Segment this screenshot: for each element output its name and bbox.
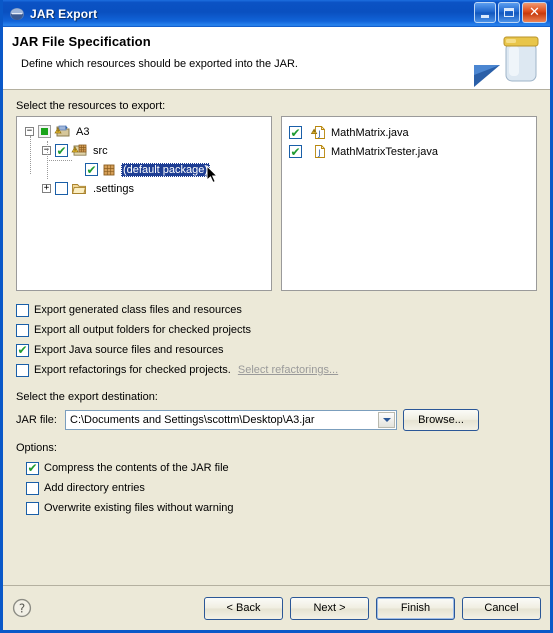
check-icon: ✔ — [290, 144, 301, 159]
source-folder-warning-icon — [71, 143, 87, 158]
tree-row[interactable]: − A3 — [17, 122, 271, 141]
chevron-down-icon[interactable] — [378, 412, 395, 428]
package-icon — [101, 162, 117, 177]
jar-file-row: JAR file: C:\Documents and Settings\scot… — [16, 409, 537, 431]
tree-guide-line — [47, 160, 72, 161]
minimize-button[interactable] — [474, 2, 496, 23]
export-option-label: Export all output folders for checked pr… — [34, 324, 252, 336]
project-warning-icon — [54, 124, 70, 139]
file-list: ✔ J MathMatrix.java ✔ J MathMatrixTester… — [282, 117, 536, 161]
list-item[interactable]: ✔ J MathMatrixTester.java — [289, 142, 536, 161]
checkbox-checked[interactable]: ✔ — [289, 145, 302, 158]
check-icon: ✔ — [86, 162, 97, 177]
checkbox-checked[interactable]: ✔ — [16, 343, 29, 357]
export-option-row[interactable]: Export all output folders for checked pr… — [16, 320, 537, 340]
checkbox-unchecked[interactable] — [55, 182, 68, 195]
next-button[interactable]: Next > — [290, 596, 369, 620]
checkbox-checked[interactable]: ✔ — [55, 144, 68, 157]
svg-text:J: J — [317, 129, 320, 138]
jar-export-dialog: JAR Export ✕ JAR File Specification Defi… — [0, 0, 553, 633]
maximize-button[interactable] — [498, 2, 520, 23]
destination-group: Select the export destination: JAR file:… — [16, 391, 537, 431]
export-option-label: Export refactorings for checked projects… — [34, 364, 231, 376]
checkbox-unchecked[interactable] — [26, 501, 39, 515]
close-button[interactable]: ✕ — [522, 2, 547, 23]
checkbox-partial[interactable] — [38, 125, 51, 138]
list-item[interactable]: ✔ J MathMatrix.java — [289, 123, 536, 142]
dialog-body: Select the resources to export: − A3 − ✔… — [3, 90, 550, 518]
java-file-warning-icon: J — [310, 125, 327, 140]
options-label: Options: — [16, 442, 57, 454]
checkbox-checked[interactable]: ✔ — [26, 461, 39, 475]
checkbox-checked[interactable]: ✔ — [289, 126, 302, 139]
jar-banner-icon — [466, 29, 544, 89]
check-icon: ✔ — [56, 143, 67, 158]
expand-toggle-icon[interactable]: + — [42, 184, 51, 193]
jar-file-label: JAR file: — [16, 414, 57, 426]
java-file-icon: J — [311, 144, 327, 159]
select-refactorings-link: Select refactorings... — [237, 364, 339, 376]
back-button[interactable]: < Back — [204, 596, 283, 620]
svg-text:?: ? — [19, 601, 25, 615]
window-title: JAR Export — [30, 6, 98, 21]
tree-row[interactable]: + .settings — [17, 179, 271, 198]
tree-row[interactable]: − ✔ src — [17, 141, 271, 160]
title-bar: JAR Export ✕ — [3, 0, 550, 27]
option-label: Overwrite existing files without warning — [44, 502, 234, 514]
close-icon: ✕ — [529, 5, 540, 20]
export-option-row[interactable]: ✔ Export Java source files and resources — [16, 340, 537, 360]
svg-text:J: J — [317, 148, 320, 157]
export-option-label: Export generated class files and resourc… — [34, 304, 242, 316]
jar-file-value: C:\Documents and Settings\scottm\Desktop… — [70, 414, 315, 426]
resource-tree-panel[interactable]: − A3 − ✔ src ✔ (default package) + .sett… — [16, 116, 272, 291]
checkbox-unchecked[interactable] — [16, 363, 29, 377]
dialog-header: JAR File Specification Define which reso… — [3, 27, 550, 90]
resource-panels: − A3 − ✔ src ✔ (default package) + .sett… — [16, 116, 537, 291]
tree-row[interactable]: ✔ (default package) — [17, 160, 271, 179]
checkbox-unchecked[interactable] — [16, 323, 29, 337]
cancel-button[interactable]: Cancel — [462, 596, 541, 620]
no-toggle-icon — [72, 165, 81, 174]
resource-tree: − A3 − ✔ src ✔ (default package) + .sett… — [17, 117, 271, 198]
folder-icon — [71, 181, 87, 196]
partial-check-icon — [41, 128, 48, 135]
file-name-label: MathMatrixTester.java — [331, 145, 438, 158]
check-icon: ✔ — [27, 461, 38, 475]
minimize-icon — [481, 14, 489, 18]
export-option-label: Export Java source files and resources — [34, 344, 224, 356]
option-label: Compress the contents of the JAR file — [44, 462, 229, 474]
tree-item-label: .settings — [93, 182, 134, 195]
collapse-toggle-icon[interactable]: − — [25, 127, 34, 136]
checkbox-unchecked[interactable] — [16, 303, 29, 317]
resources-label: Select the resources to export: — [16, 100, 166, 112]
export-options-group: Export generated class files and resourc… — [16, 300, 537, 380]
option-row[interactable]: Overwrite existing files without warning — [26, 498, 537, 518]
export-option-row[interactable]: Export generated class files and resourc… — [16, 300, 537, 320]
finish-button[interactable]: Finish — [376, 596, 455, 620]
checkbox-checked[interactable]: ✔ — [85, 163, 98, 176]
destination-label: Select the export destination: — [16, 391, 158, 403]
help-icon[interactable]: ? — [12, 598, 32, 618]
options-group: Options: ✔ Compress the contents of the … — [16, 442, 537, 518]
option-label: Add directory entries — [44, 482, 145, 494]
maximize-icon — [504, 8, 514, 17]
file-list-panel[interactable]: ✔ J MathMatrix.java ✔ J MathMatrixTester… — [281, 116, 537, 291]
dialog-footer: ? < Back Next > Finish Cancel — [3, 585, 550, 630]
option-row[interactable]: ✔ Compress the contents of the JAR file — [26, 458, 537, 478]
browse-button[interactable]: Browse... — [403, 409, 479, 431]
window-controls: ✕ — [474, 2, 547, 23]
checkbox-unchecked[interactable] — [26, 481, 39, 495]
export-option-row[interactable]: Export refactorings for checked projects… — [16, 360, 537, 380]
file-name-label: MathMatrix.java — [331, 126, 409, 139]
tree-item-label-selected: (default package) — [121, 162, 210, 177]
tree-item-label: A3 — [76, 125, 90, 138]
check-icon: ✔ — [290, 125, 301, 140]
tree-item-label: src — [93, 144, 108, 157]
footer-buttons: < Back Next > Finish Cancel — [204, 596, 541, 620]
tree-guide-line — [29, 136, 31, 174]
jar-file-input[interactable]: C:\Documents and Settings\scottm\Desktop… — [65, 410, 397, 430]
option-row[interactable]: Add directory entries — [26, 478, 537, 498]
eclipse-icon — [9, 6, 25, 22]
check-icon: ✔ — [17, 343, 28, 357]
